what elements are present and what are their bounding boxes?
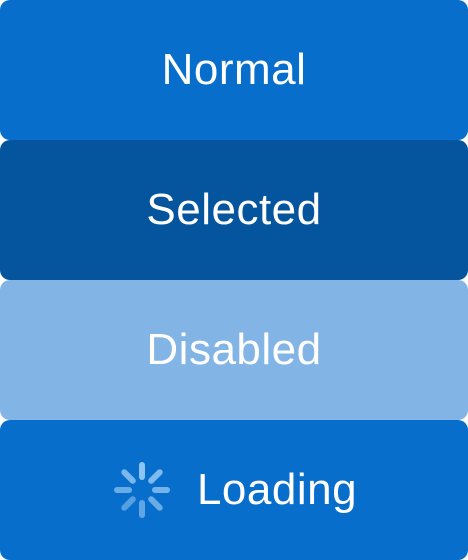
normal-button[interactable]: Normal: [0, 0, 468, 140]
selected-button[interactable]: Selected: [0, 140, 468, 280]
spinner-icon: [113, 462, 170, 518]
loading-button-label: Loading: [196, 465, 358, 514]
disabled-button-label: Disabled: [146, 325, 322, 374]
normal-button-label: Normal: [161, 45, 307, 94]
disabled-button: Disabled: [0, 280, 468, 420]
selected-button-label: Selected: [146, 185, 322, 234]
button-state-stack: Normal Selected Disabled Loading: [0, 0, 468, 560]
loading-button[interactable]: Loading: [0, 420, 468, 560]
